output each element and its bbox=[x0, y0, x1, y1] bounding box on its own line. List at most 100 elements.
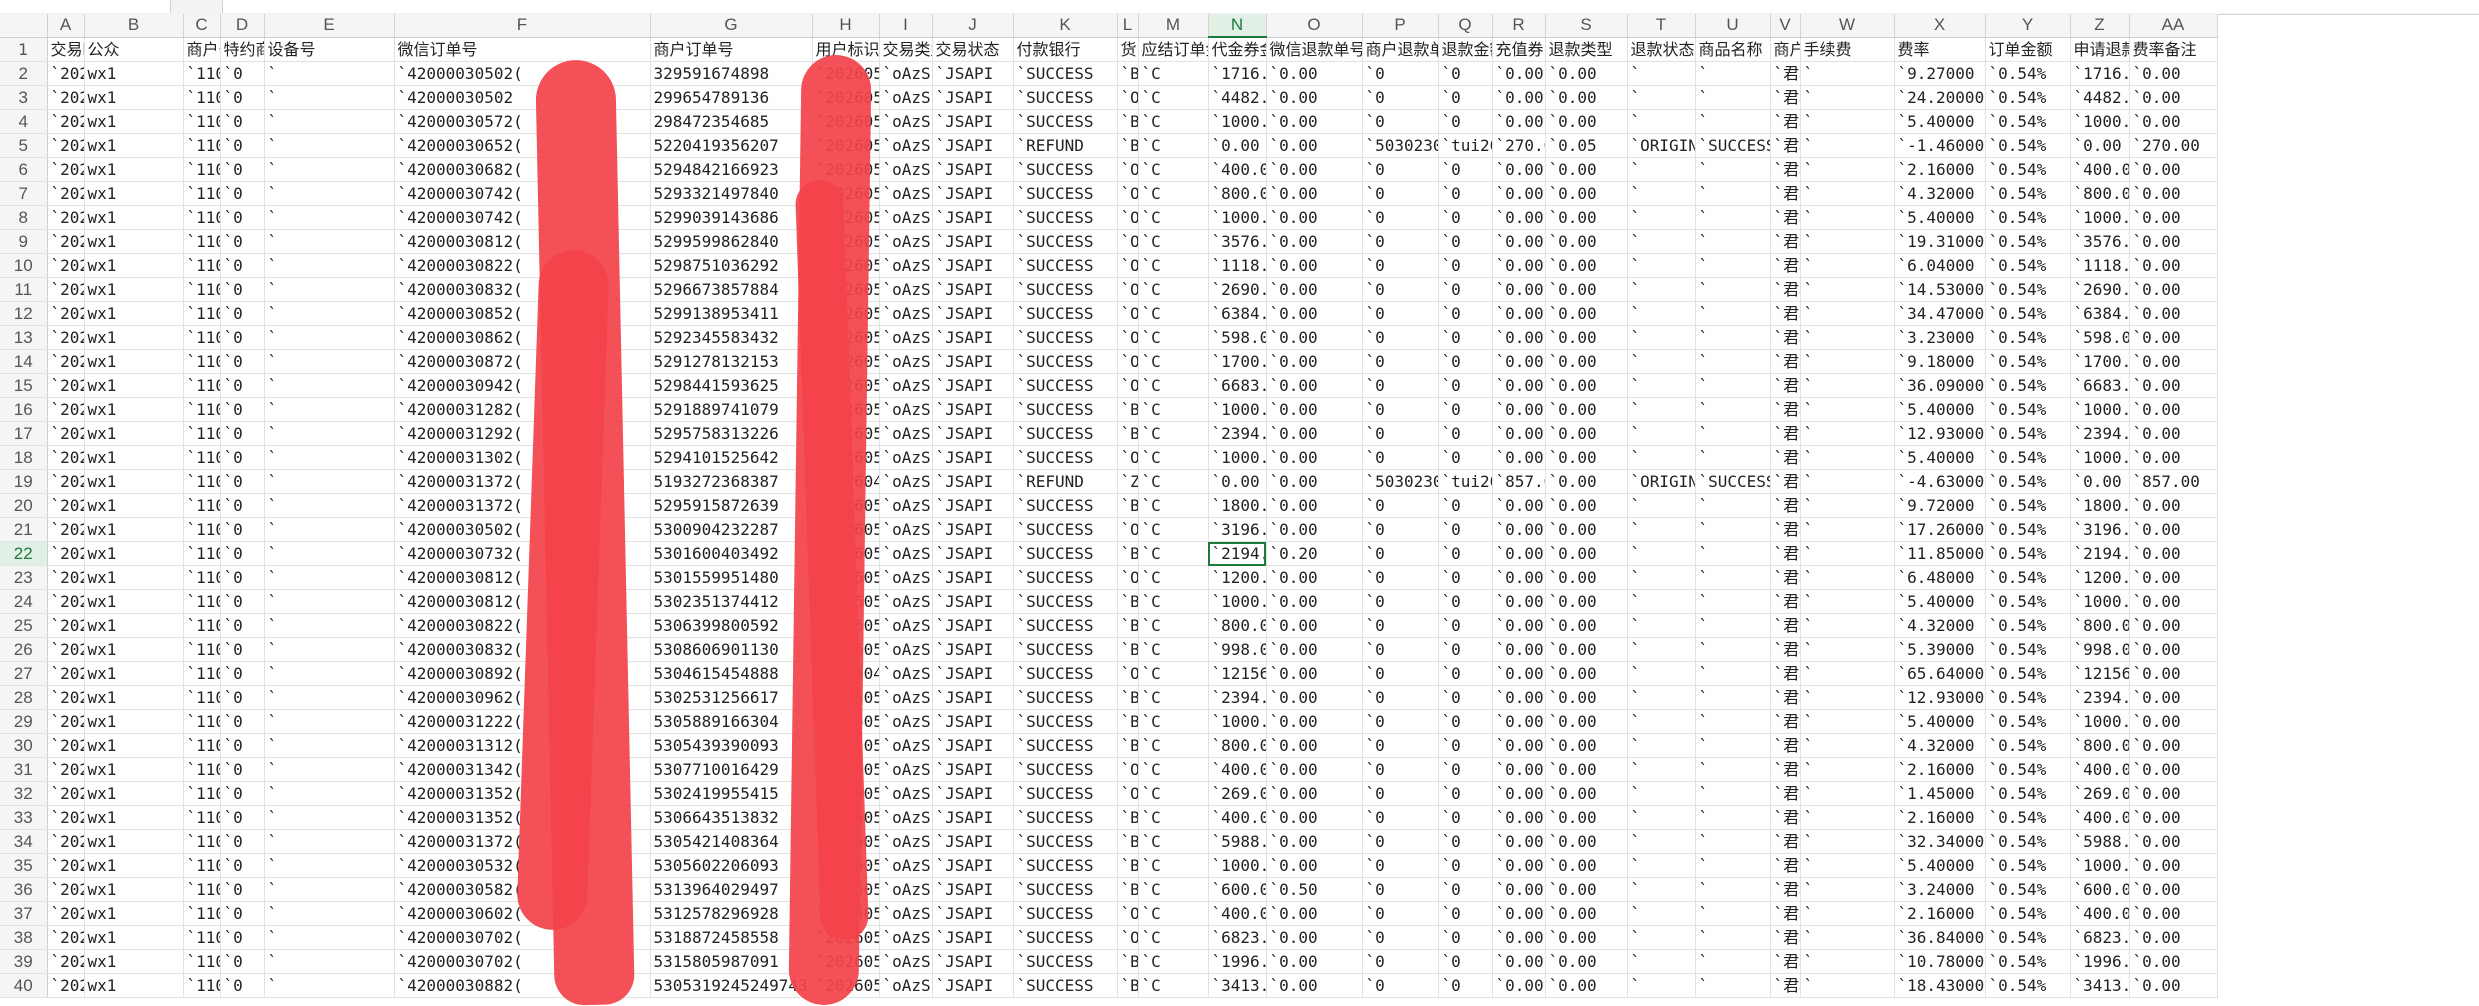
cell-f[interactable]: `42000030852( bbox=[394, 301, 651, 326]
cell-r[interactable]: `0.00 bbox=[1492, 589, 1546, 614]
cell-x[interactable]: `5.40000 bbox=[1894, 853, 1986, 878]
cell-w[interactable]: ` bbox=[1800, 373, 1895, 398]
cell-v[interactable]: `君程旅游 bbox=[1770, 61, 1801, 86]
cell-d[interactable]: `0 bbox=[220, 421, 265, 446]
cell-o[interactable]: `0.50 bbox=[1266, 877, 1363, 902]
cell-z[interactable]: `0.00 bbox=[2070, 469, 2130, 494]
cell-n[interactable]: `2194.00 bbox=[1208, 541, 1267, 566]
cell-n[interactable]: `400.00 bbox=[1208, 901, 1267, 926]
cell-k[interactable]: `SUCCESS bbox=[1013, 325, 1118, 350]
cell-u[interactable]: ` bbox=[1695, 589, 1771, 614]
cell-f[interactable]: `42000030862( bbox=[394, 325, 651, 350]
cell-n[interactable]: `6683.00 bbox=[1208, 373, 1267, 398]
cell-n[interactable]: `800.00 bbox=[1208, 181, 1267, 206]
cell-b[interactable]: wx1 bbox=[84, 805, 184, 830]
column-title-cell[interactable]: 订单金额 bbox=[1985, 37, 2071, 62]
cell-f[interactable]: `42000031352( bbox=[394, 781, 651, 806]
cell-l[interactable]: `OTHERS bbox=[1117, 349, 1139, 374]
cell-r[interactable]: `0.00 bbox=[1492, 733, 1546, 758]
cell-t[interactable]: ` bbox=[1627, 373, 1696, 398]
cell-p[interactable]: `0 bbox=[1362, 421, 1439, 446]
cell-m[interactable]: `C bbox=[1138, 181, 1209, 206]
cell-b[interactable]: wx1 bbox=[84, 973, 184, 998]
cell-p[interactable]: `0 bbox=[1362, 373, 1439, 398]
cell-z[interactable]: `1200.00 bbox=[2070, 565, 2130, 590]
cell-e[interactable]: ` bbox=[264, 517, 395, 542]
cell-d[interactable]: `0 bbox=[220, 685, 265, 710]
cell-j[interactable]: `JSAPI bbox=[932, 301, 1014, 326]
cell-b[interactable]: wx1 bbox=[84, 829, 184, 854]
cell-s[interactable]: `0.00 bbox=[1545, 373, 1628, 398]
cell-w[interactable]: ` bbox=[1800, 661, 1895, 686]
cell-m[interactable]: `C bbox=[1138, 277, 1209, 302]
cell-i[interactable]: `oAzSc7d6 bbox=[879, 661, 933, 686]
cell-p[interactable]: `0 bbox=[1362, 589, 1439, 614]
cell-r[interactable]: `0.00 bbox=[1492, 325, 1546, 350]
cell-j[interactable]: `JSAPI bbox=[932, 589, 1014, 614]
cell-aa[interactable]: `0.00 bbox=[2129, 445, 2218, 470]
cell-aa[interactable]: `270.00 bbox=[2129, 133, 2218, 158]
cell-l[interactable]: `OTHERS bbox=[1117, 661, 1139, 686]
cell-r[interactable]: `0.00 bbox=[1492, 901, 1546, 926]
cell-b[interactable]: wx1 bbox=[84, 613, 184, 638]
cell-m[interactable]: `C bbox=[1138, 517, 1209, 542]
cell-a[interactable]: `2026-05-2 bbox=[47, 181, 85, 206]
cell-u[interactable]: ` bbox=[1695, 733, 1771, 758]
cell-y[interactable]: `0.54% bbox=[1985, 733, 2071, 758]
cell-k[interactable]: `SUCCESS bbox=[1013, 181, 1118, 206]
cell-m[interactable]: `C bbox=[1138, 205, 1209, 230]
cell-x[interactable]: `5.40000 bbox=[1894, 445, 1986, 470]
cell-m[interactable]: `C bbox=[1138, 925, 1209, 950]
cell-c[interactable]: `1101398 bbox=[183, 133, 221, 158]
cell-h[interactable]: `20260529000 bbox=[812, 157, 880, 182]
cell-a[interactable]: `2026-05-2 bbox=[47, 205, 85, 230]
cell-r[interactable]: `0.00 bbox=[1492, 613, 1546, 638]
cell-e[interactable]: ` bbox=[264, 733, 395, 758]
row-header[interactable]: 6 bbox=[0, 157, 48, 182]
cell-v[interactable]: `君程旅游 bbox=[1770, 445, 1801, 470]
cell-z[interactable]: `598.00 bbox=[2070, 325, 2130, 350]
cell-e[interactable]: ` bbox=[264, 661, 395, 686]
cell-q[interactable]: `0 bbox=[1438, 637, 1493, 662]
cell-v[interactable]: `君程旅游 bbox=[1770, 637, 1801, 662]
cell-s[interactable]: `0.00 bbox=[1545, 901, 1628, 926]
cell-o[interactable]: `0.00 bbox=[1266, 133, 1363, 158]
cell-f[interactable]: `42000030702( bbox=[394, 925, 651, 950]
cell-m[interactable]: `C bbox=[1138, 733, 1209, 758]
row-header[interactable]: 9 bbox=[0, 229, 48, 254]
cell-o[interactable]: `0.00 bbox=[1266, 661, 1363, 686]
cell-d[interactable]: `0 bbox=[220, 853, 265, 878]
cell-a[interactable]: `2026-05-3 bbox=[47, 709, 85, 734]
cell-q[interactable]: `0 bbox=[1438, 613, 1493, 638]
cell-y[interactable]: `0.54% bbox=[1985, 877, 2071, 902]
cell-m[interactable]: `C bbox=[1138, 85, 1209, 110]
cell-l[interactable]: `BANK_CREI bbox=[1117, 493, 1139, 518]
cell-e[interactable]: ` bbox=[264, 829, 395, 854]
cell-t[interactable]: ` bbox=[1627, 109, 1696, 134]
cell-t[interactable]: ` bbox=[1627, 877, 1696, 902]
cell-p[interactable]: `0 bbox=[1362, 757, 1439, 782]
cell-o[interactable]: `0.00 bbox=[1266, 925, 1363, 950]
cell-e[interactable]: ` bbox=[264, 781, 395, 806]
cell-h[interactable]: `20260510000 bbox=[812, 853, 880, 878]
cell-n[interactable]: `400.00 bbox=[1208, 157, 1267, 182]
cell-o[interactable]: `0.20 bbox=[1266, 541, 1363, 566]
cell-v[interactable]: `君程旅游 bbox=[1770, 349, 1801, 374]
cell-z[interactable]: `1118.00 bbox=[2070, 253, 2130, 278]
cell-t[interactable]: ` bbox=[1627, 781, 1696, 806]
cell-q[interactable]: `0 bbox=[1438, 181, 1493, 206]
cell-x[interactable]: `9.18000 bbox=[1894, 349, 1986, 374]
cell-v[interactable]: `君程旅游 bbox=[1770, 205, 1801, 230]
cell-q[interactable]: `0 bbox=[1438, 301, 1493, 326]
cell-y[interactable]: `0.54% bbox=[1985, 901, 2071, 926]
cell-t[interactable]: ` bbox=[1627, 301, 1696, 326]
cell-t[interactable]: ` bbox=[1627, 925, 1696, 950]
cell-j[interactable]: `JSAPI bbox=[932, 541, 1014, 566]
cell-s[interactable]: `0.00 bbox=[1545, 517, 1628, 542]
cell-i[interactable]: `oAzSc7U_1 bbox=[879, 421, 933, 446]
column-header-m[interactable]: M bbox=[1138, 14, 1209, 38]
cell-a[interactable]: `2026-05-3 bbox=[47, 541, 85, 566]
cell-p[interactable]: `0 bbox=[1362, 709, 1439, 734]
cell-aa[interactable]: `0.00 bbox=[2129, 565, 2218, 590]
cell-j[interactable]: `JSAPI bbox=[932, 253, 1014, 278]
